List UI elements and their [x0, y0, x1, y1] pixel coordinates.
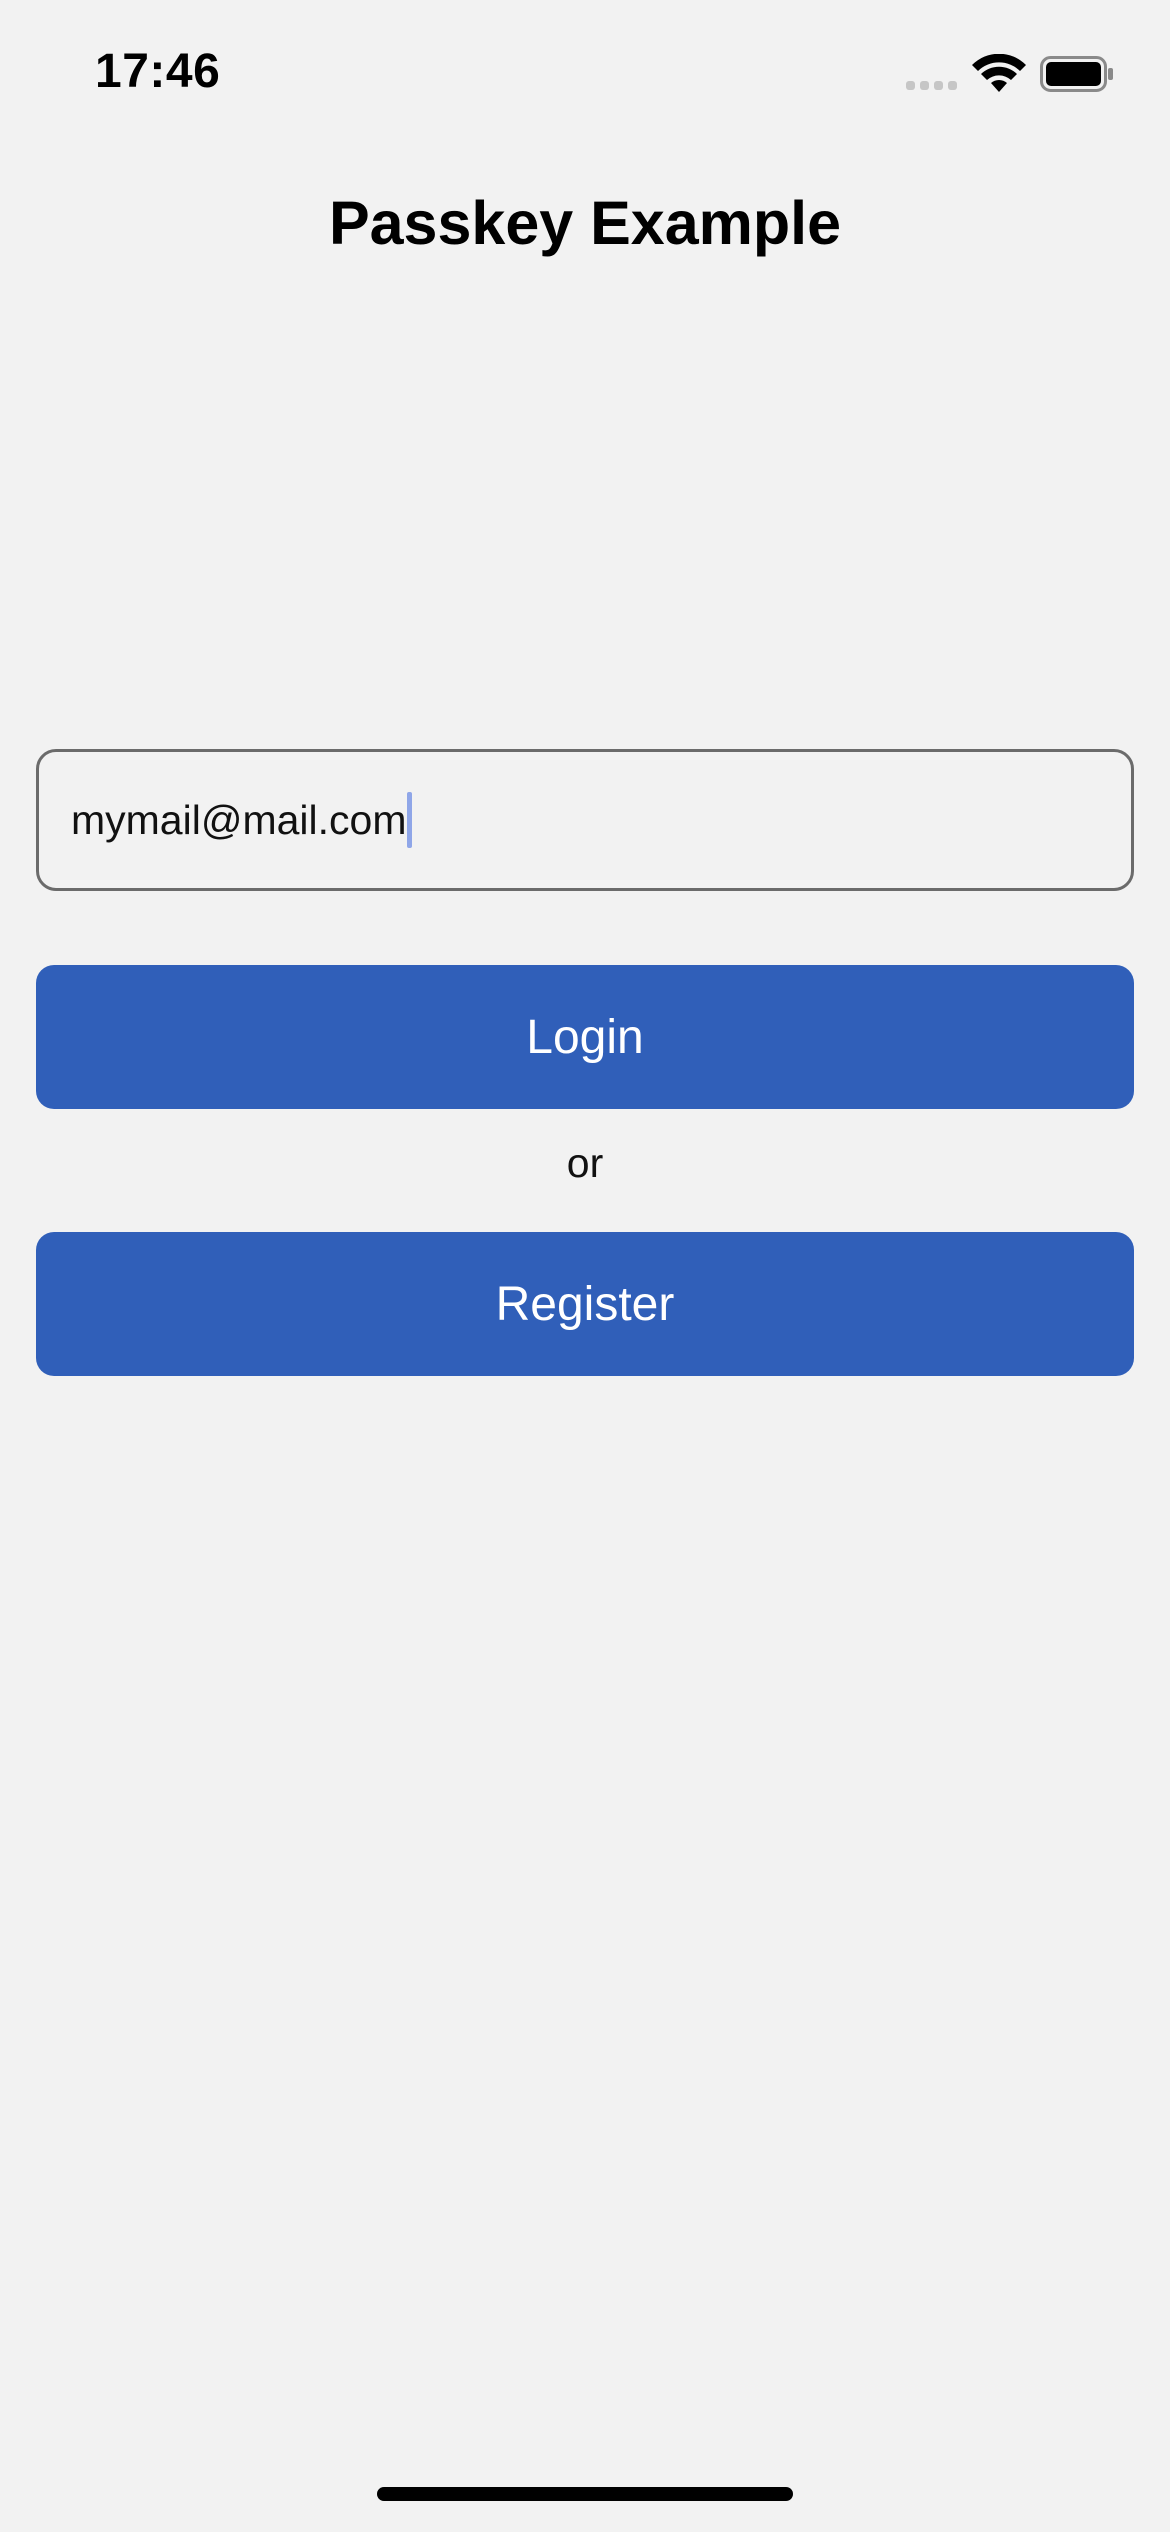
home-indicator[interactable] [377, 2487, 793, 2501]
status-time: 17:46 [95, 45, 221, 98]
register-button[interactable]: Register [36, 1232, 1134, 1376]
cellular-signal-icon [906, 81, 957, 90]
email-input[interactable]: mymail@mail.com [36, 749, 1134, 891]
wifi-icon [972, 54, 1026, 92]
page-title: Passkey Example [328, 189, 842, 257]
login-button[interactable]: Login [36, 965, 1134, 1109]
app-screen: 17:46 Passkey Example mymail@mail.com Lo… [0, 0, 1170, 2532]
battery-icon [1040, 56, 1113, 92]
text-cursor [407, 792, 413, 848]
or-separator: or [566, 1140, 604, 1186]
email-input-value: mymail@mail.com [71, 796, 407, 843]
